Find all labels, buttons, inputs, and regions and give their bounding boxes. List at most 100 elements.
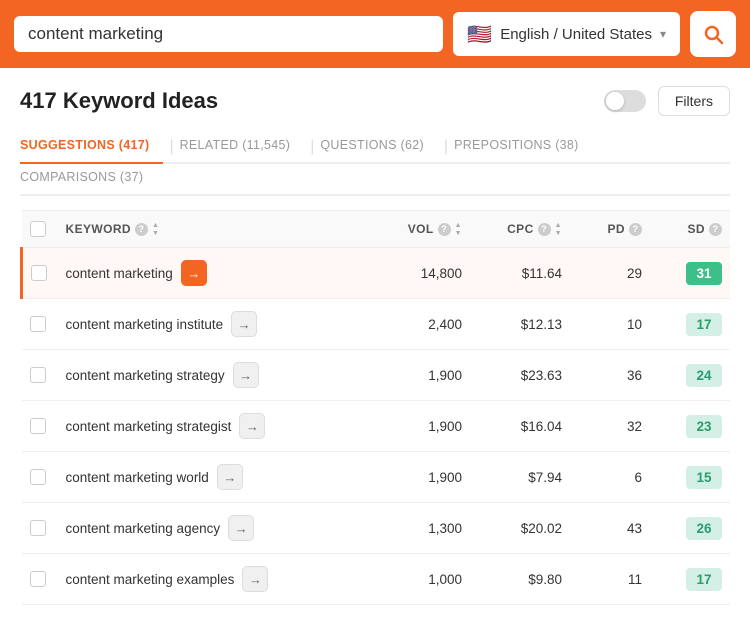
keyword-arrow-button[interactable]: →: [239, 413, 265, 439]
cpc-value: $12.13: [521, 317, 562, 332]
keyword-help-icon[interactable]: ?: [135, 223, 148, 236]
search-input[interactable]: [28, 24, 429, 44]
tab-suggestions[interactable]: SUGGESTIONS (417): [20, 130, 163, 164]
sort-up-icon: ▲: [152, 222, 159, 229]
row-pd-cell: 10: [570, 299, 650, 350]
keyword-arrow-button[interactable]: →: [228, 515, 254, 541]
row-checkbox[interactable]: [30, 571, 46, 587]
vol-help-icon[interactable]: ?: [438, 223, 451, 236]
search-input-wrapper[interactable]: [14, 16, 443, 52]
chevron-down-icon: ▾: [660, 27, 666, 41]
row-check-cell: [22, 248, 58, 299]
row-pd-cell: 6: [570, 452, 650, 503]
row-cpc-cell: $20.02: [470, 503, 570, 554]
pd-value: 32: [627, 419, 642, 434]
keyword-arrow-button[interactable]: →: [181, 260, 207, 286]
sort-up-icon: ▲: [455, 222, 462, 229]
th-cpc-label: CPC: [507, 222, 534, 236]
sd-badge: 15: [686, 466, 722, 489]
th-cpc-inner: CPC ? ▲ ▼: [478, 222, 562, 237]
vol-value: 2,400: [428, 317, 462, 332]
table-row: content marketing world → 1,900 $7.94 6 …: [22, 452, 731, 503]
keyword-cell: content marketing strategy →: [66, 362, 363, 388]
row-keyword-cell: content marketing institute →: [58, 299, 371, 350]
cpc-value: $16.04: [521, 419, 562, 434]
row-checkbox[interactable]: [30, 316, 46, 332]
tab-related[interactable]: RELATED (11,545): [180, 130, 305, 164]
toggle-switch[interactable]: [604, 90, 646, 112]
headline-row: 417 Keyword Ideas Filters: [20, 86, 730, 116]
table-row: content marketing strategist → 1,900 $16…: [22, 401, 731, 452]
keyword-text: content marketing strategy: [66, 368, 225, 383]
tab-comparisons[interactable]: COMPARISONS (37): [20, 164, 157, 196]
sd-badge: 23: [686, 415, 722, 438]
language-label: English / United States: [500, 26, 652, 43]
row-keyword-cell: content marketing agency →: [58, 503, 371, 554]
tab-separator-1: |: [163, 138, 179, 164]
table-body: content marketing → 14,800 $11.64 29 31 …: [22, 248, 731, 605]
sd-badge: 31: [686, 262, 722, 285]
keyword-arrow-button[interactable]: →: [217, 464, 243, 490]
search-button[interactable]: [690, 11, 736, 57]
row-check-cell: [22, 503, 58, 554]
row-sd-cell: 26: [650, 503, 730, 554]
keyword-cell: content marketing institute →: [66, 311, 363, 337]
keyword-arrow-button[interactable]: →: [231, 311, 257, 337]
pd-value: 11: [628, 572, 642, 587]
row-checkbox[interactable]: [30, 367, 46, 383]
row-checkbox[interactable]: [30, 418, 46, 434]
cpc-value: $20.02: [521, 521, 562, 536]
th-sd: SD ?: [650, 211, 730, 248]
sort-down-icon: ▼: [152, 230, 159, 237]
row-vol-cell: 14,800: [370, 248, 470, 299]
row-vol-cell: 1,900: [370, 350, 470, 401]
pd-value: 10: [627, 317, 642, 332]
tabs-row2: COMPARISONS (37): [20, 164, 730, 196]
cpc-sort[interactable]: ▲ ▼: [555, 222, 562, 237]
sort-down-icon: ▼: [455, 230, 462, 237]
sort-up-icon: ▲: [555, 222, 562, 229]
sd-badge: 17: [686, 568, 722, 591]
keyword-text: content marketing: [66, 266, 173, 281]
th-sd-inner: SD ?: [658, 222, 722, 236]
row-sd-cell: 17: [650, 554, 730, 605]
row-check-cell: [22, 299, 58, 350]
tab-questions[interactable]: QUESTIONS (62): [320, 130, 438, 164]
th-cpc: CPC ? ▲ ▼: [470, 211, 570, 248]
row-vol-cell: 2,400: [370, 299, 470, 350]
th-vol-inner: VOL ? ▲ ▼: [378, 222, 462, 237]
filters-button[interactable]: Filters: [658, 86, 730, 116]
row-pd-cell: 43: [570, 503, 650, 554]
keyword-cell: content marketing strategist →: [66, 413, 363, 439]
row-keyword-cell: content marketing examples →: [58, 554, 371, 605]
vol-sort[interactable]: ▲ ▼: [455, 222, 462, 237]
row-sd-cell: 17: [650, 299, 730, 350]
pd-value: 6: [634, 470, 642, 485]
tab-separator-3: |: [438, 138, 454, 164]
pd-help-icon[interactable]: ?: [629, 223, 642, 236]
keyword-arrow-button[interactable]: →: [233, 362, 259, 388]
th-keyword-inner: KEYWORD ? ▲ ▼: [66, 222, 363, 237]
table-row: content marketing agency → 1,300 $20.02 …: [22, 503, 731, 554]
filter-row: Filters: [604, 86, 730, 116]
table-row: content marketing examples → 1,000 $9.80…: [22, 554, 731, 605]
keyword-sort[interactable]: ▲ ▼: [152, 222, 159, 237]
keyword-arrow-button[interactable]: →: [242, 566, 268, 592]
th-vol-label: VOL: [408, 222, 434, 236]
th-pd: PD ?: [570, 211, 650, 248]
row-cpc-cell: $23.63: [470, 350, 570, 401]
language-selector[interactable]: 🇺🇸 English / United States ▾: [453, 12, 680, 56]
row-sd-cell: 31: [650, 248, 730, 299]
sd-help-icon[interactable]: ?: [709, 223, 722, 236]
row-checkbox[interactable]: [31, 265, 47, 281]
tab-prepositions[interactable]: PREPOSITIONS (38): [454, 130, 593, 164]
row-check-cell: [22, 401, 58, 452]
th-pd-label: PD: [608, 222, 625, 236]
select-all-checkbox[interactable]: [30, 221, 46, 237]
cpc-help-icon[interactable]: ?: [538, 223, 551, 236]
sd-badge: 26: [686, 517, 722, 540]
row-checkbox[interactable]: [30, 520, 46, 536]
pd-value: 29: [627, 266, 642, 281]
row-checkbox[interactable]: [30, 469, 46, 485]
search-icon: [701, 22, 725, 46]
